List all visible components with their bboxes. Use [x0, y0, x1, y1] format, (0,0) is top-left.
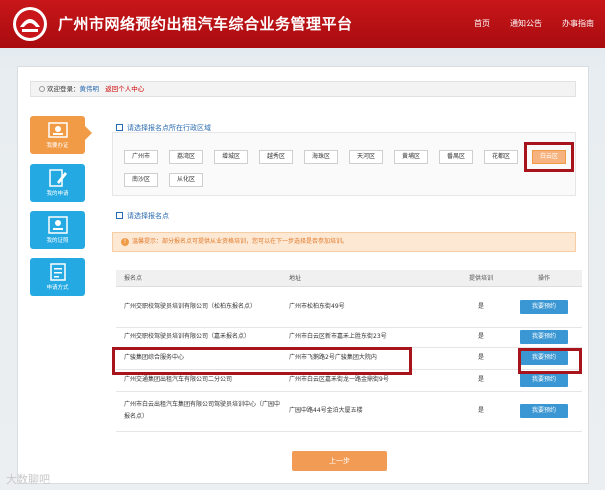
district-option[interactable]: 番禺区	[439, 150, 473, 164]
user-icon	[39, 86, 45, 92]
district-option[interactable]: 荔湾区	[169, 150, 203, 164]
district-option[interactable]: 南沙区	[124, 173, 158, 187]
book-button[interactable]: 我要预约	[520, 299, 568, 314]
col-header: 提供培训	[456, 270, 506, 287]
active-indicator	[85, 126, 92, 140]
action-cell: 我要预约	[506, 391, 582, 432]
sidebar-item-apply-method[interactable]: 申请方式	[30, 258, 85, 296]
back-to-center-link[interactable]: 返回个人中心	[105, 85, 144, 93]
edit-document-icon	[48, 169, 67, 187]
highlight-box	[524, 142, 574, 172]
sidebar-label: 我的证照	[46, 238, 69, 244]
sidebar-label: 申请方式	[46, 285, 69, 291]
site-name: 广州交职校驾驶员培训有限公司（嘉禾报名点）	[116, 327, 281, 348]
edit-icon	[116, 124, 123, 131]
sidebar-label: 我的申请	[46, 191, 69, 197]
site-section-label: 请选择报名点	[116, 211, 169, 221]
table-row: 广州交职校驾驶员培训有限公司（嘉禾报名点） 广州市白云区新市嘉禾上胜东街23号 …	[116, 327, 582, 348]
welcome-bar: 欢迎登录：黄伟明 返回个人中心	[30, 81, 576, 97]
notice-banner: ! 温馨提示：部分报名点可提供从业资格培训，您可以在下一步选择是否参加培训。	[112, 232, 576, 252]
site-training: 是	[456, 391, 506, 432]
username: 黄伟明	[79, 85, 100, 93]
book-button[interactable]: 我要预约	[520, 330, 568, 344]
site-address: 广园中路44号金泊大厦五楼	[281, 391, 456, 432]
nav-guide[interactable]: 办事指南	[562, 18, 594, 29]
license-icon	[47, 216, 68, 234]
book-button[interactable]: 我要预约	[520, 404, 568, 418]
site-address: 广州市白云区新市嘉禾上胜东街23号	[281, 327, 456, 348]
highlight-box	[112, 347, 412, 375]
notice-text: 温馨提示：部分报名点可提供从业资格培训，您可以在下一步选择是否参加培训。	[132, 238, 349, 245]
site-training: 是	[456, 347, 506, 370]
table-row: 广州市白云出租汽车集团有限公司驾驶员培训中心（广园中报名点） 广园中路44号金泊…	[116, 391, 582, 432]
district-option[interactable]: 广州市	[124, 150, 158, 164]
site-training: 是	[456, 286, 506, 328]
col-header: 报名点	[116, 270, 281, 287]
sidebar-label: 我要办证	[46, 143, 69, 149]
district-option[interactable]: 花都区	[484, 150, 518, 164]
district-option[interactable]: 海珠区	[304, 150, 338, 164]
logo-icon	[13, 7, 47, 41]
site-address: 广州市松柏东街49号	[281, 286, 456, 328]
col-header: 地址	[281, 270, 456, 287]
district-option[interactable]: 黄埔区	[394, 150, 428, 164]
book-button[interactable]: 我要预约	[520, 373, 568, 387]
district-option[interactable]: 天河区	[349, 150, 383, 164]
action-cell: 我要预约	[506, 286, 582, 328]
col-header: 操作	[506, 270, 582, 287]
district-option[interactable]: 从化区	[169, 173, 203, 187]
sidebar-item-my-licenses[interactable]: 我的证照	[30, 211, 85, 249]
table-row: 广州交职校驾驶员培训有限公司（松柏东报名点） 广州市松柏东街49号 是 我要预约	[116, 286, 582, 328]
table-header: 报名点 地址 提供培训 操作	[116, 270, 582, 287]
site-label-text: 请选择报名点	[127, 212, 169, 220]
sidebar-item-my-applications[interactable]: 我的申请	[30, 164, 85, 202]
nav-home[interactable]: 首页	[474, 18, 490, 29]
site-name: 广州交职校驾驶员培训有限公司（松柏东报名点）	[116, 286, 281, 328]
site-name: 广州市白云出租汽车集团有限公司驾驶员培训中心（广园中报名点）	[116, 391, 281, 432]
site-training: 是	[456, 327, 506, 348]
nav-notices[interactable]: 通知公告	[510, 18, 542, 29]
previous-step-button[interactable]: 上一步	[292, 451, 387, 471]
form-icon	[49, 263, 66, 281]
app-title: 广州市网络预约出租汽车综合业务管理平台	[58, 15, 353, 33]
district-option[interactable]: 增城区	[214, 150, 248, 164]
welcome-prefix: 欢迎登录：	[47, 85, 80, 93]
header-bar: 广州市网络预约出租汽车综合业务管理平台 首页 通知公告 办事指南	[0, 0, 605, 48]
action-cell: 我要预约	[506, 327, 582, 348]
edit-icon	[116, 212, 123, 219]
site-training: 是	[456, 369, 506, 392]
highlight-box	[518, 348, 582, 374]
district-label-text: 请选择报名点所在行政区域	[127, 124, 211, 132]
id-card-icon	[47, 122, 68, 138]
district-option[interactable]: 越秀区	[259, 150, 293, 164]
info-icon: !	[121, 238, 129, 246]
watermark: 大数聊吧	[6, 473, 50, 486]
sidebar-item-apply[interactable]: 我要办证	[30, 116, 85, 154]
